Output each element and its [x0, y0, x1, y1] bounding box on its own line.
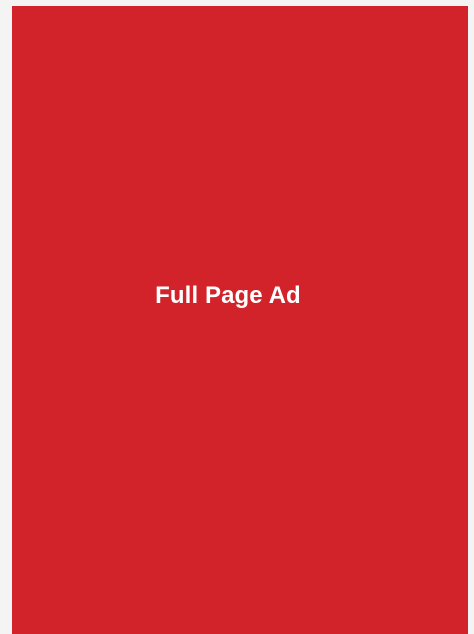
page: Full Page Ad: [0, 0, 474, 634]
full-page-ad[interactable]: Full Page Ad: [12, 6, 468, 634]
ad-label: Full Page Ad: [155, 282, 301, 309]
